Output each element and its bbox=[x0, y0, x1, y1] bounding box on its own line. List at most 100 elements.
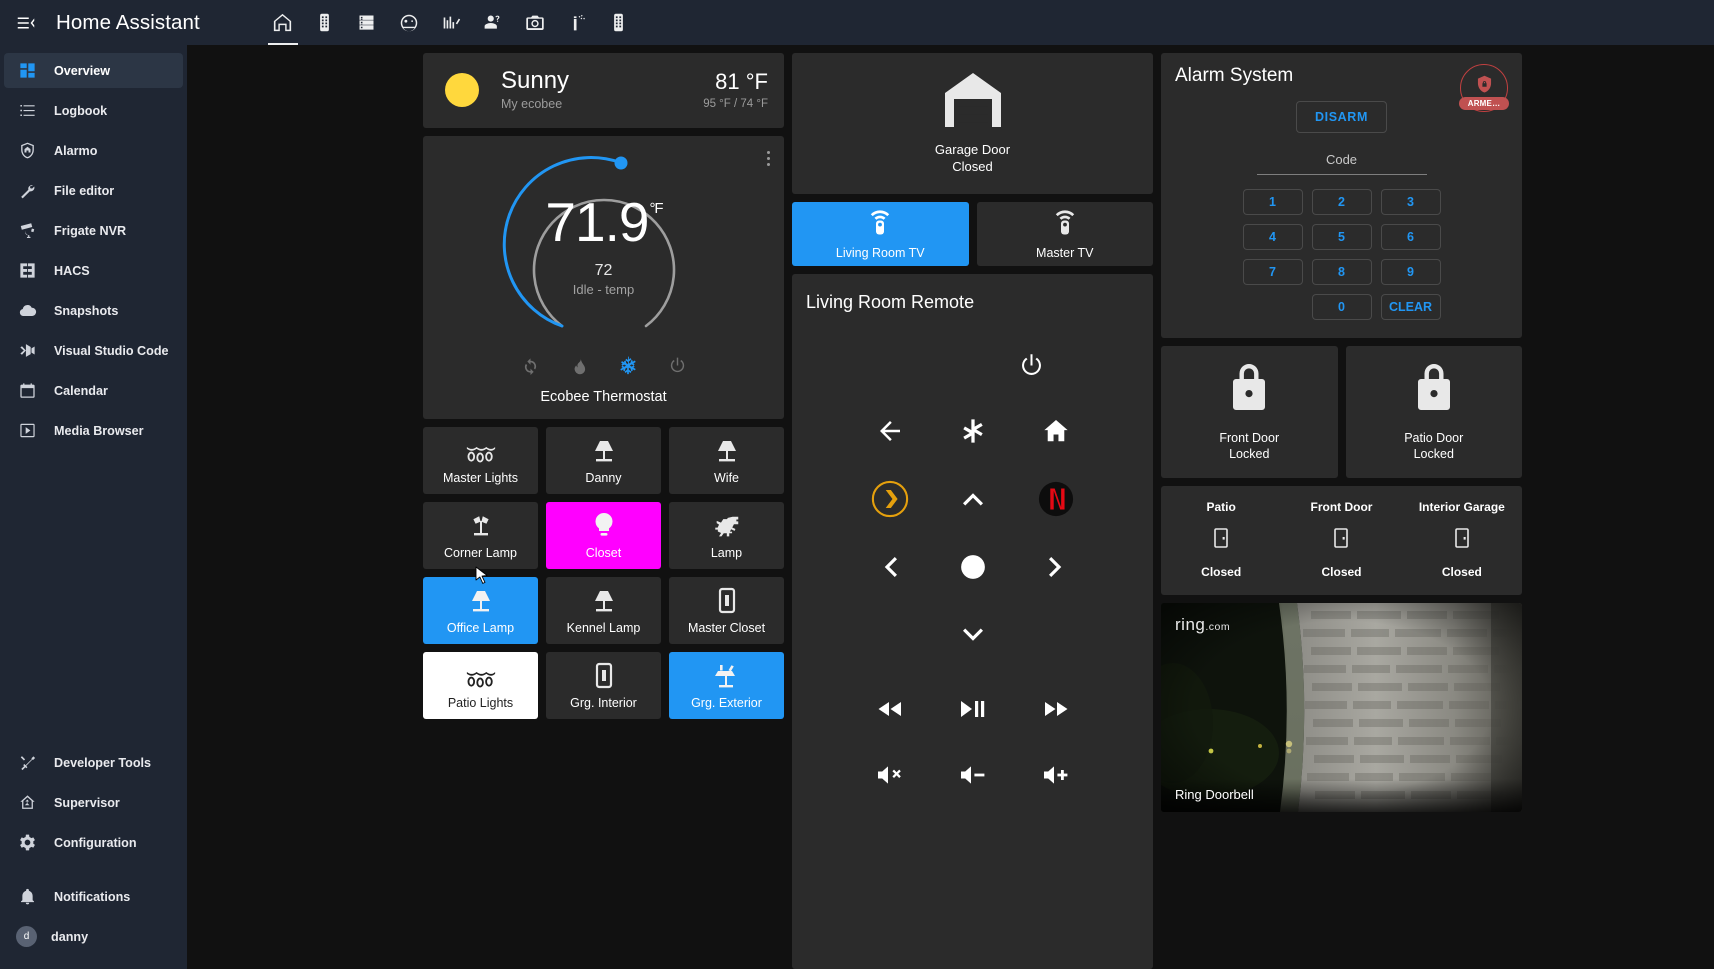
tile-kennel-lamp[interactable]: Kennel Lamp bbox=[546, 577, 661, 644]
sidebar-item-overview[interactable]: Overview bbox=[4, 53, 183, 88]
tab-server[interactable] bbox=[346, 0, 388, 45]
sidebar-item-developer-tools[interactable]: Developer Tools bbox=[4, 745, 183, 780]
thermostat-mode-cool[interactable] bbox=[617, 354, 639, 376]
remote-left-button[interactable] bbox=[868, 545, 912, 589]
remote-up-button[interactable] bbox=[951, 477, 995, 521]
keypad-key-9[interactable]: 9 bbox=[1380, 259, 1441, 285]
tile-grg-interior[interactable]: Grg. Interior bbox=[546, 652, 661, 719]
tile-label: Kennel Lamp bbox=[566, 621, 641, 636]
tab-remote[interactable] bbox=[304, 0, 346, 45]
netflix-icon bbox=[1038, 481, 1073, 517]
tab-sensors[interactable] bbox=[556, 0, 598, 45]
empty-column bbox=[187, 53, 415, 969]
keypad-key-7[interactable]: 7 bbox=[1242, 259, 1303, 285]
remote-plex-button[interactable] bbox=[868, 477, 912, 521]
remote-select-button[interactable] bbox=[951, 545, 995, 589]
sensor-patio[interactable]: Patio Closed bbox=[1161, 500, 1281, 579]
tab-robot[interactable] bbox=[388, 0, 430, 45]
garage-name: Garage Door bbox=[934, 142, 1011, 158]
lock-name: Patio Door bbox=[1404, 430, 1464, 445]
sidebar-item-visual-studio-code[interactable]: Visual Studio Code bbox=[4, 333, 183, 368]
sidebar-item-notifications[interactable]: Notifications bbox=[4, 879, 183, 914]
sidebar-item-alarmo[interactable]: Alarmo bbox=[4, 133, 183, 168]
shield-lock-icon bbox=[1477, 75, 1491, 93]
sidebar-item-label: Developer Tools bbox=[54, 755, 152, 770]
remote-rewind-button[interactable] bbox=[868, 687, 912, 731]
sidebar-item-user[interactable]: d danny bbox=[4, 919, 183, 954]
keypad-key-2[interactable]: 2 bbox=[1311, 189, 1372, 215]
keypad-key-6[interactable]: 6 bbox=[1380, 224, 1441, 250]
camera-card[interactable]: ring.com Ring Doorbell bbox=[1161, 603, 1522, 812]
thermostat-mode-auto[interactable] bbox=[519, 354, 541, 376]
remote-play-pause-button[interactable] bbox=[951, 687, 995, 731]
tile-living-room-tv[interactable]: Living Room TV bbox=[792, 202, 969, 266]
tab-home[interactable] bbox=[262, 0, 304, 45]
sidebar-item-calendar[interactable]: Calendar bbox=[4, 373, 183, 408]
tile-grg-exterior[interactable]: Grg. Exterior bbox=[669, 652, 784, 719]
sidebar-item-file-editor[interactable]: File editor bbox=[4, 173, 183, 208]
keypad-key-4[interactable]: 4 bbox=[1242, 224, 1303, 250]
keypad-key-0[interactable]: 0 bbox=[1311, 294, 1372, 320]
tile-master-tv[interactable]: Master TV bbox=[976, 202, 1153, 266]
remote-volume-up-button[interactable] bbox=[1034, 753, 1078, 797]
fast-forward-icon bbox=[1044, 702, 1067, 716]
alarm-code-input[interactable]: Code bbox=[1256, 151, 1427, 175]
weather-card[interactable]: Sunny My ecobee 81 °F 95 °F / 74 °F bbox=[423, 53, 784, 128]
remote-down-button[interactable] bbox=[951, 613, 995, 657]
remote-power-button[interactable] bbox=[1010, 343, 1054, 387]
format-list-icon bbox=[14, 99, 40, 123]
remote-back-button[interactable] bbox=[868, 409, 912, 453]
keypad-clear-button[interactable]: CLEAR bbox=[1380, 294, 1441, 320]
sidebar-item-hacs[interactable]: HACS bbox=[4, 253, 183, 288]
sidebar-item-supervisor[interactable]: Supervisor bbox=[4, 785, 183, 820]
lock-name: Front Door bbox=[1219, 430, 1280, 445]
keypad-key-8[interactable]: 8 bbox=[1311, 259, 1372, 285]
tile-wife[interactable]: Wife bbox=[669, 427, 784, 494]
sidebar-item-snapshots[interactable]: Snapshots bbox=[4, 293, 183, 328]
tile-lamp[interactable]: Lamp bbox=[669, 502, 784, 569]
sidebar-item-label: Media Browser bbox=[54, 423, 144, 438]
sidebar-item-logbook[interactable]: Logbook bbox=[4, 93, 183, 128]
sidebar-item-label: danny bbox=[51, 929, 89, 944]
remote-asterisk-button[interactable] bbox=[951, 409, 995, 453]
vscode-icon bbox=[14, 339, 40, 363]
remote-volume-down-button[interactable] bbox=[951, 753, 995, 797]
tile-corner-lamp[interactable]: Corner Lamp bbox=[423, 502, 538, 569]
thermostat-mode-off[interactable] bbox=[666, 354, 688, 376]
remote-fast-forward-button[interactable] bbox=[1034, 687, 1078, 731]
sensor-interior-garage[interactable]: Interior Garage Closed bbox=[1402, 500, 1522, 579]
tile-closet[interactable]: Closet bbox=[546, 502, 661, 569]
tab-presence[interactable] bbox=[472, 0, 514, 45]
tab-devices[interactable] bbox=[598, 0, 640, 45]
remote-mute-button[interactable] bbox=[868, 753, 912, 797]
shield-home-icon bbox=[14, 139, 40, 163]
sidebar-item-frigate-nvr[interactable]: Frigate NVR bbox=[4, 213, 183, 248]
keypad-key-1[interactable]: 1 bbox=[1242, 189, 1303, 215]
thermostat-mode-heat[interactable] bbox=[568, 354, 590, 376]
tile-office-lamp[interactable]: Office Lamp bbox=[423, 577, 538, 644]
tile-patio-lights[interactable]: Patio Lights bbox=[423, 652, 538, 719]
tile-master-lights[interactable]: Master Lights bbox=[423, 427, 538, 494]
lock-state: Locked bbox=[1229, 447, 1270, 461]
thermostat-dial[interactable]: 71.9°F 72 Idle - temp bbox=[502, 146, 706, 350]
autorenew-icon bbox=[524, 357, 536, 375]
tile-front-door-lock[interactable]: Front Door Locked bbox=[1161, 346, 1338, 478]
sidebar-toggle-button[interactable] bbox=[0, 0, 52, 45]
alarm-status-badge[interactable]: ARME… bbox=[1459, 64, 1509, 112]
remote-right-button[interactable] bbox=[1034, 545, 1078, 589]
remote-netflix-button[interactable] bbox=[1034, 477, 1078, 521]
keypad-key-5[interactable]: 5 bbox=[1311, 224, 1372, 250]
sensor-front-door[interactable]: Front Door Closed bbox=[1281, 500, 1401, 579]
sidebar-item-configuration[interactable]: Configuration bbox=[4, 825, 183, 860]
tile-master-closet[interactable]: Master Closet bbox=[669, 577, 784, 644]
disarm-button[interactable]: DISARM bbox=[1296, 101, 1387, 133]
tab-cameras[interactable] bbox=[514, 0, 556, 45]
tab-history[interactable] bbox=[430, 0, 472, 45]
garage-door-card[interactable]: Garage Door Closed bbox=[792, 53, 1153, 194]
sidebar-item-media-browser[interactable]: Media Browser bbox=[4, 413, 183, 448]
remote-spacer-left bbox=[868, 613, 912, 657]
keypad-key-3[interactable]: 3 bbox=[1380, 189, 1441, 215]
remote-home-button[interactable] bbox=[1034, 409, 1078, 453]
tile-patio-door-lock[interactable]: Patio Door Locked bbox=[1345, 346, 1522, 478]
tile-danny[interactable]: Danny bbox=[546, 427, 661, 494]
